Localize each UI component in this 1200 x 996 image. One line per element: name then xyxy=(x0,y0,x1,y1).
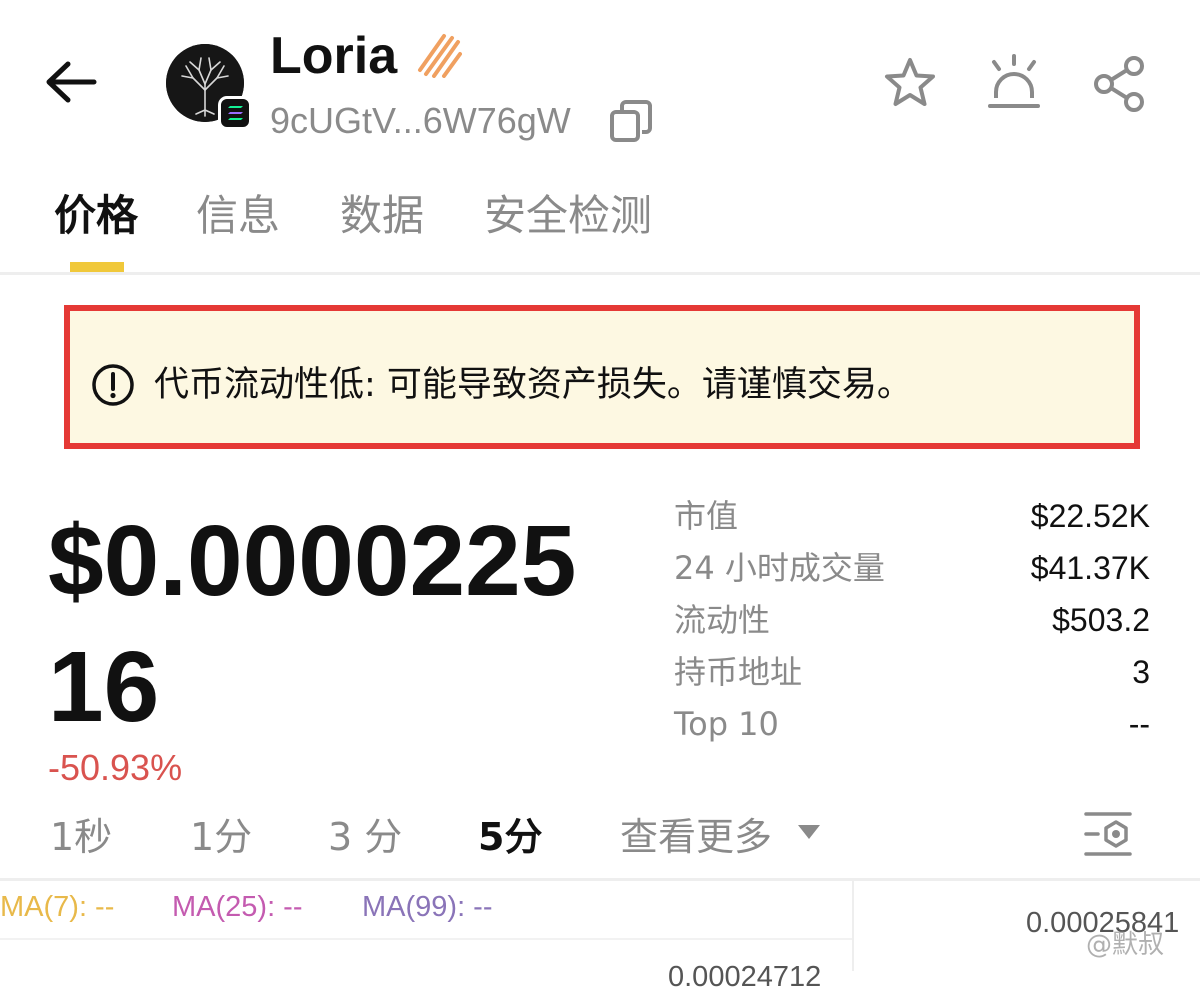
ma99-indicator: MA(99): -- xyxy=(362,891,493,923)
more-intervals-dropdown[interactable]: 查看更多 xyxy=(620,812,772,862)
chart-top-divider xyxy=(0,878,1200,881)
token-price: $0.000022516 xyxy=(48,505,577,743)
star-icon[interactable] xyxy=(880,54,940,114)
token-address: 9cUGtV...6W76gW xyxy=(270,100,571,141)
stat-value-24h-volume: $41.37K xyxy=(1030,550,1150,586)
flame-icon xyxy=(418,34,462,78)
price-change: -50.93% xyxy=(48,747,183,788)
ma25-indicator: MA(25): -- xyxy=(172,891,303,923)
chart-gridline xyxy=(0,938,852,940)
ma7-indicator: MA(7): -- xyxy=(0,891,115,923)
tab-data[interactable]: 数据 xyxy=(340,188,424,244)
chart-axis-divider xyxy=(852,880,854,971)
chart-settings-icon[interactable] xyxy=(1080,808,1136,860)
interval-5m[interactable]: 5分 xyxy=(478,812,542,862)
tab-price[interactable]: 价格 xyxy=(54,188,138,244)
stat-label-holders: 持币地址 xyxy=(674,653,803,691)
watermark: @默叔 xyxy=(1086,930,1165,960)
stat-value-market-cap: $22.52K xyxy=(1030,498,1150,534)
interval-3m[interactable]: 3 分 xyxy=(328,812,402,862)
stat-value-liquidity: $503.2 xyxy=(1052,602,1150,638)
stat-label-24h-volume: 24 小时成交量 xyxy=(674,549,885,587)
stat-label-market-cap: 市值 xyxy=(674,497,739,535)
tabs-divider xyxy=(0,272,1200,275)
back-arrow-icon[interactable] xyxy=(40,58,100,106)
stat-label-liquidity: 流动性 xyxy=(674,601,771,639)
interval-1s[interactable]: 1秒 xyxy=(50,812,112,862)
share-icon[interactable] xyxy=(1090,54,1150,114)
token-name: Loria xyxy=(270,27,398,85)
warning-text: 代币流动性低: 可能导致资产损失。请谨慎交易。 xyxy=(154,365,912,405)
chart-price-axis-label-2: 0.00024712 xyxy=(668,961,822,993)
stat-label-top10: Top 10 xyxy=(674,705,779,743)
stat-value-holders: 3 xyxy=(1132,654,1150,690)
solana-chain-icon xyxy=(218,96,252,130)
price-alert-icon[interactable] xyxy=(984,52,1044,114)
tab-security-check[interactable]: 安全检测 xyxy=(484,188,652,244)
tab-info[interactable]: 信息 xyxy=(196,188,280,244)
warning-icon xyxy=(92,364,134,406)
interval-1m[interactable]: 1分 xyxy=(190,812,252,862)
copy-icon[interactable] xyxy=(608,98,654,144)
chevron-down-icon[interactable] xyxy=(796,822,822,842)
stat-value-top10: -- xyxy=(1128,706,1150,742)
